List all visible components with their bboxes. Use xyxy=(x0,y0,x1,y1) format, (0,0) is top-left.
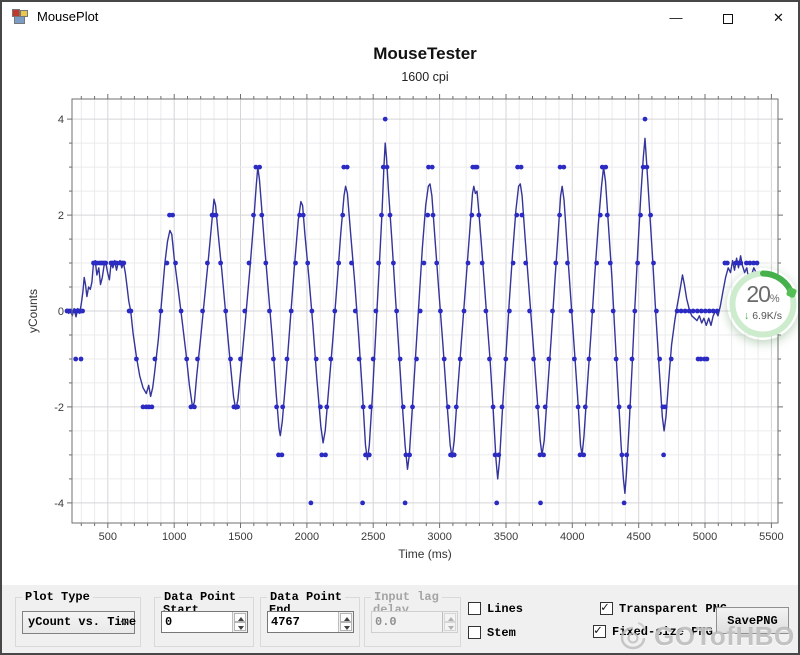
plot-type-group-label: Plot Type xyxy=(22,590,93,604)
mouseplot-window: MousePlot — ✕ MouseTester 1600 cpi Time … xyxy=(0,0,800,655)
svg-text:3000: 3000 xyxy=(427,531,451,543)
spinner xyxy=(442,612,457,632)
spinner xyxy=(232,612,247,632)
save-png-button[interactable]: SavePNG xyxy=(716,607,789,634)
svg-text:2500: 2500 xyxy=(361,531,385,543)
input-lag-value: 0.0 xyxy=(375,615,397,629)
checkbox-box: ✓ xyxy=(593,623,606,638)
lines-checkbox-label: Lines xyxy=(487,602,524,616)
checkbox-box xyxy=(468,602,481,615)
svg-text:-2: -2 xyxy=(54,402,64,414)
svg-text:3500: 3500 xyxy=(494,531,518,543)
data-point-start-value: 0 xyxy=(165,615,173,629)
spinner-down-icon xyxy=(448,626,454,630)
data-point-end-label1: Data Point xyxy=(267,590,346,604)
data-point-end-value: 4767 xyxy=(271,615,300,629)
spinner-down-button xyxy=(444,622,456,631)
down-arrow-icon: ↓ xyxy=(744,310,750,322)
control-strip: Plot Type yCount vs. Time Data Point Sta… xyxy=(2,585,798,653)
stem-checkbox-label: Stem xyxy=(487,626,516,640)
transparent-png-checkbox-label: Transparent PNG xyxy=(619,602,728,616)
data-point-end-input[interactable]: 4767 xyxy=(267,611,354,633)
data-point-start-label1: Data Point xyxy=(161,590,240,604)
svg-text:5000: 5000 xyxy=(693,531,717,543)
spinner-up-icon xyxy=(344,617,350,621)
spinner-up-button[interactable] xyxy=(340,613,352,622)
download-speed: ↓ 6.9K/s xyxy=(744,310,782,322)
svg-text:0: 0 xyxy=(58,306,64,318)
svg-text:4000: 4000 xyxy=(560,531,584,543)
plot-type-select[interactable]: yCount vs. Time xyxy=(22,611,136,634)
spinner-up-button xyxy=(444,613,456,622)
data-point-end-group: Data Point End 4767 xyxy=(260,590,360,647)
checkbox-box xyxy=(468,626,481,639)
progress-percent: 20% xyxy=(746,281,780,307)
svg-text:1000: 1000 xyxy=(162,531,186,543)
svg-text:5500: 5500 xyxy=(759,531,783,543)
input-lag-group: Input lag delay 0.0 xyxy=(364,590,461,647)
svg-text:4500: 4500 xyxy=(626,531,650,543)
data-point-start-input[interactable]: 0 xyxy=(161,611,248,633)
plot-type-group: Plot Type yCount vs. Time xyxy=(15,590,141,647)
input-lag-label1: Input lag xyxy=(371,590,442,604)
svg-text:-4: -4 xyxy=(54,498,64,510)
spinner-up-button[interactable] xyxy=(234,613,246,622)
check-icon: ✓ xyxy=(601,600,609,615)
checkbox-box: ✓ xyxy=(600,600,613,615)
spinner-up-icon xyxy=(238,617,244,621)
spinner xyxy=(338,612,353,632)
input-lag-input: 0.0 xyxy=(371,611,458,633)
svg-text:2: 2 xyxy=(58,210,64,222)
svg-text:2000: 2000 xyxy=(295,531,319,543)
download-progress-badge[interactable]: 20% ↓ 6.9K/s xyxy=(727,268,798,340)
chevron-down-icon xyxy=(120,620,129,626)
data-point-start-group: Data Point Start 0 xyxy=(154,590,254,647)
svg-text:500: 500 xyxy=(99,531,117,543)
spinner-down-button[interactable] xyxy=(340,622,352,631)
svg-text:4: 4 xyxy=(58,114,64,126)
fixed-size-png-checkbox-label: Fixed-size PNG xyxy=(612,625,713,639)
svg-text:1500: 1500 xyxy=(228,531,252,543)
spinner-down-button[interactable] xyxy=(234,622,246,631)
spinner-up-icon xyxy=(448,617,454,621)
spinner-down-icon xyxy=(344,626,350,630)
check-icon: ✓ xyxy=(594,623,602,638)
spinner-down-icon xyxy=(238,626,244,630)
chart-canvas: 500 1000 1500 2000 2500 3000 3500 4000 4500 5000 5… xyxy=(54,94,784,543)
